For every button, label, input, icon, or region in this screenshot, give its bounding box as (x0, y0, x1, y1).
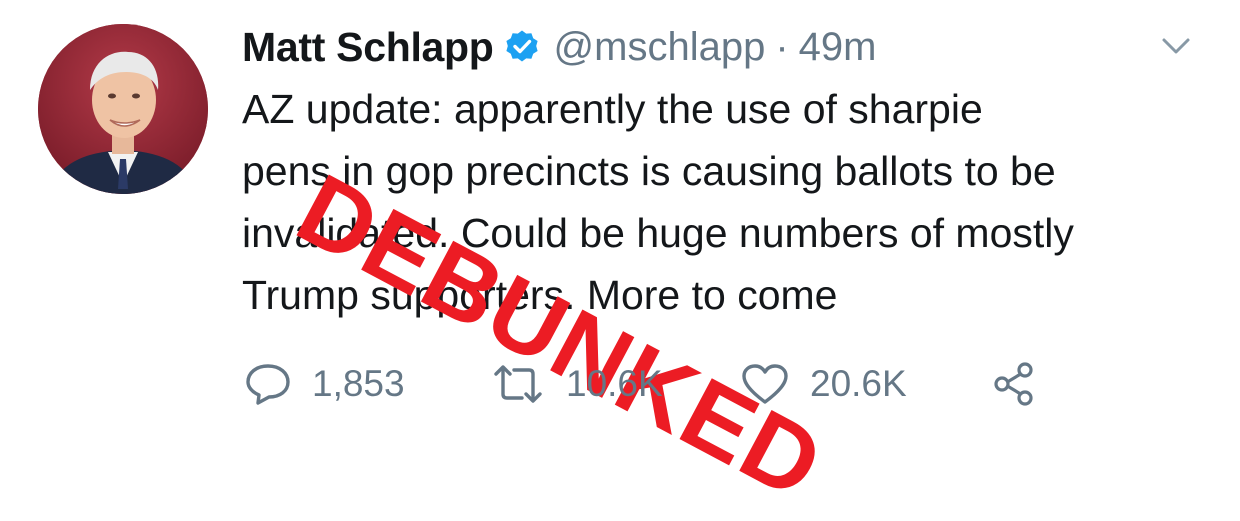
reply-button[interactable]: 1,853 (244, 362, 490, 406)
reply-icon (244, 362, 292, 406)
tweet-timestamp[interactable]: 49m (799, 25, 877, 70)
avatar[interactable] (38, 24, 208, 194)
reply-count: 1,853 (312, 363, 405, 404)
tweet-actions: 1,853 10.6K 20.6K (244, 358, 1038, 410)
retweet-icon (490, 362, 546, 406)
tweet-text-line: invalidated. Could be huge numbers of mo… (242, 210, 1074, 256)
retweet-button[interactable]: 10.6K (490, 362, 740, 406)
like-button[interactable]: 20.6K (740, 362, 990, 406)
author-handle[interactable]: @mschlapp (554, 25, 766, 70)
heart-icon (740, 362, 790, 406)
author-name[interactable]: Matt Schlapp (242, 24, 494, 71)
like-count: 20.6K (810, 363, 907, 404)
retweet-count: 10.6K (566, 363, 663, 404)
tweet-text: AZ update: apparently the use of sharpie… (242, 78, 1222, 326)
avatar-photo (38, 24, 208, 194)
tweet-header: Matt Schlapp @mschlapp · 49m (242, 20, 876, 74)
chevron-down-icon[interactable] (1156, 30, 1196, 62)
tweet-text-line: AZ update: apparently the use of sharpie (242, 86, 983, 132)
tweet-text-line: Trump supporters. More to come (242, 272, 838, 318)
share-icon (990, 360, 1038, 408)
tweet-text-line: pens in gop precincts is causing ballots… (242, 148, 1056, 194)
verified-badge-icon (504, 29, 540, 65)
share-button[interactable] (990, 360, 1038, 408)
separator-dot: · (775, 24, 789, 69)
